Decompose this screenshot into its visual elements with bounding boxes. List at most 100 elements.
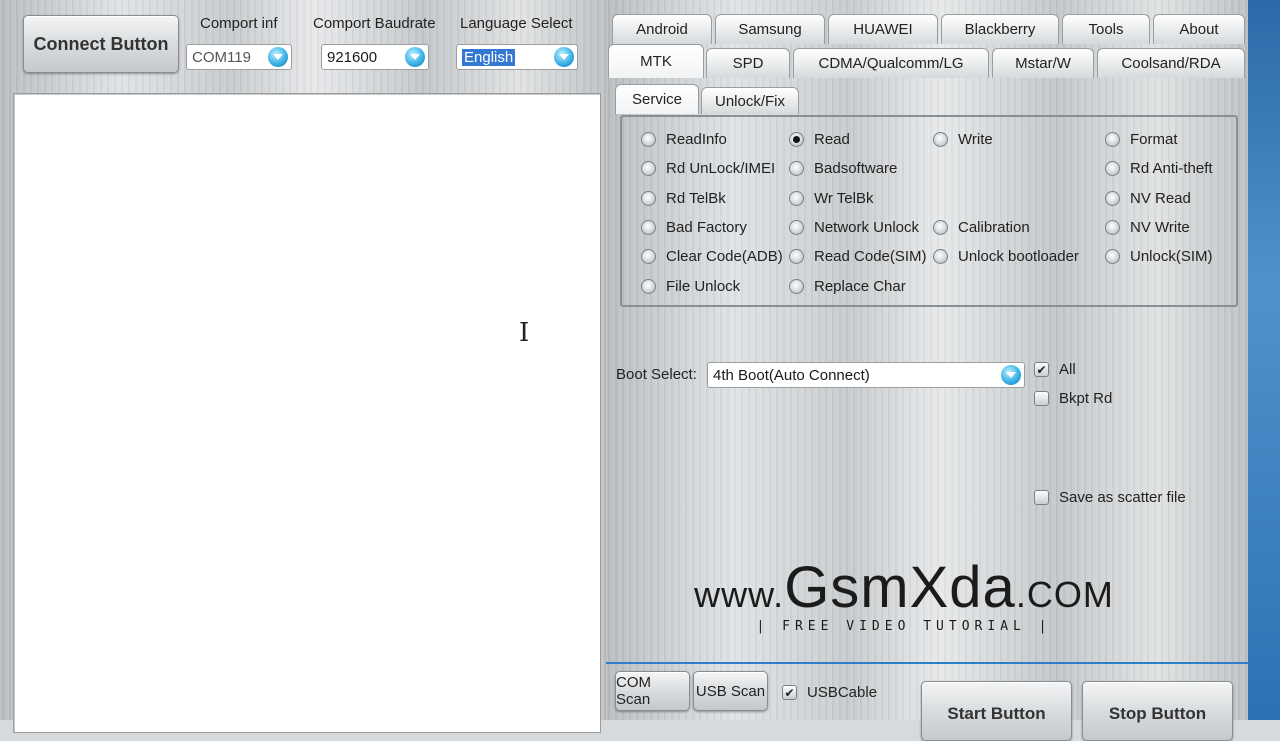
tab-blackberry[interactable]: Blackberry [941, 14, 1059, 44]
usb-cable-checkbox[interactable]: ✔ USBCable [782, 684, 877, 701]
radio-write[interactable]: Write [933, 131, 993, 148]
radio-read[interactable]: Read [789, 131, 850, 148]
tab-mstar-w[interactable]: Mstar/W [992, 48, 1094, 78]
connect-button[interactable]: Connect Button [23, 15, 179, 73]
start-button[interactable]: Start Button [921, 681, 1072, 741]
radio-read-code-sim[interactable]: Read Code(SIM) [789, 248, 927, 265]
radio-dot [789, 249, 804, 264]
tab-tools[interactable]: Tools [1062, 14, 1150, 44]
radio-nv-read[interactable]: NV Read [1105, 190, 1191, 207]
radio-network-unlock[interactable]: Network Unlock [789, 219, 919, 236]
radio-label: Bad Factory [666, 219, 747, 236]
left-panel: Connect Button Comport inf COM119 Compor… [0, 0, 606, 733]
radio-dot [641, 220, 656, 235]
radio-dot [641, 161, 656, 176]
baud-label: Comport Baudrate [313, 15, 436, 32]
radio-label: NV Write [1130, 219, 1190, 236]
chevron-down-icon[interactable] [268, 47, 288, 67]
radio-readinfo[interactable]: ReadInfo [641, 131, 727, 148]
radio-file-unlock[interactable]: File Unlock [641, 278, 740, 295]
radio-label: NV Read [1130, 190, 1191, 207]
save-scatter-label: Save as scatter file [1059, 489, 1186, 506]
language-label: Language Select [460, 15, 573, 32]
radio-dot [933, 132, 948, 147]
tab-cdma-qualcomm-lg[interactable]: CDMA/Qualcomm/LG [793, 48, 989, 78]
usb-cable-label: USBCable [807, 684, 878, 701]
radio-label: Unlock bootloader [958, 248, 1079, 265]
radio-unlock-sim[interactable]: Unlock(SIM) [1105, 248, 1213, 265]
tab-spd[interactable]: SPD [706, 48, 790, 78]
radio-rd-anti-theft[interactable]: Rd Anti-theft [1105, 160, 1213, 177]
radio-label: Unlock(SIM) [1130, 248, 1213, 265]
chevron-down-icon[interactable] [554, 47, 574, 67]
all-checkbox[interactable]: ✔ All [1034, 361, 1076, 378]
radio-dot [641, 191, 656, 206]
radio-calibration[interactable]: Calibration [933, 219, 1030, 236]
tab-android[interactable]: Android [612, 14, 712, 44]
language-value: English [462, 48, 516, 66]
baud-select[interactable]: 921600 [321, 44, 429, 70]
window-edge [1248, 0, 1280, 720]
radio-dot [1105, 161, 1120, 176]
all-checkbox-label: All [1059, 361, 1076, 378]
radio-format[interactable]: Format [1105, 131, 1178, 148]
radio-dot [789, 191, 804, 206]
radio-dot [1105, 249, 1120, 264]
save-scatter-checkbox[interactable]: Save as scatter file [1034, 489, 1186, 506]
radio-dot [933, 220, 948, 235]
language-select[interactable]: English [456, 44, 578, 70]
radio-label: Rd TelBk [666, 190, 726, 207]
radio-nv-write[interactable]: NV Write [1105, 219, 1190, 236]
tab-coolsand-rda[interactable]: Coolsand/RDA [1097, 48, 1245, 78]
radio-rd-unlock-imei[interactable]: Rd UnLock/IMEI [641, 160, 775, 177]
radio-rd-telbk[interactable]: Rd TelBk [641, 190, 726, 207]
radio-unlock-bootloader[interactable]: Unlock bootloader [933, 248, 1079, 265]
radio-dot [1105, 191, 1120, 206]
radio-label: Read Code(SIM) [814, 248, 927, 265]
comport-label: Comport inf [200, 15, 278, 32]
radio-dot [789, 279, 804, 294]
checkbox-box [1034, 391, 1049, 406]
checkbox-box [1034, 490, 1049, 505]
tab-unlock-fix[interactable]: Unlock/Fix [701, 87, 799, 114]
chevron-down-icon[interactable] [405, 47, 425, 67]
radio-dot [641, 279, 656, 294]
tab-about[interactable]: About [1153, 14, 1245, 44]
logo-suffix: .com [1015, 574, 1114, 615]
chevron-down-icon[interactable] [1001, 365, 1021, 385]
radio-label: File Unlock [666, 278, 741, 295]
tab-huawei[interactable]: HUAWEI [828, 14, 938, 44]
radio-dot [641, 249, 656, 264]
comport-select[interactable]: COM119 [186, 44, 292, 70]
text-cursor-icon: I [519, 318, 530, 348]
comport-value: COM119 [192, 48, 251, 66]
boot-select-value: 4th Boot(Auto Connect) [713, 366, 870, 384]
radio-dot [789, 161, 804, 176]
tab-service[interactable]: Service [615, 84, 699, 114]
radio-replace-char[interactable]: Replace Char [789, 278, 906, 295]
radio-dot [641, 132, 656, 147]
bkpt-rd-checkbox[interactable]: Bkpt Rd [1034, 390, 1112, 407]
stop-button[interactable]: Stop Button [1082, 681, 1233, 741]
radio-bad-factory[interactable]: Bad Factory [641, 219, 747, 236]
boot-select[interactable]: 4th Boot(Auto Connect) [707, 362, 1025, 388]
radio-label: Format [1130, 131, 1178, 148]
radio-label: Rd Anti-theft [1130, 160, 1213, 177]
baud-value: 921600 [327, 48, 378, 66]
radio-label: Calibration [958, 219, 1030, 236]
radio-label: Read [814, 131, 850, 148]
log-output-area[interactable] [13, 93, 601, 733]
radio-label: Badsoftware [814, 160, 898, 177]
usb-scan-button[interactable]: USB Scan [693, 671, 768, 711]
radio-clear-code-adb[interactable]: Clear Code(ADB) [641, 248, 783, 265]
radio-dot [1105, 132, 1120, 147]
radio-badsoftware[interactable]: Badsoftware [789, 160, 897, 177]
radio-label: Clear Code(ADB) [666, 248, 783, 265]
bkpt-rd-label: Bkpt Rd [1059, 390, 1113, 407]
checkmark-icon: ✔ [1034, 362, 1049, 377]
tab-samsung[interactable]: Samsung [715, 14, 825, 44]
com-scan-button[interactable]: COM Scan [615, 671, 690, 711]
tab-mtk[interactable]: MTK [608, 44, 704, 78]
logo-name: GsmXda [784, 555, 1016, 620]
radio-wr-telbk[interactable]: Wr TelBk [789, 190, 873, 207]
